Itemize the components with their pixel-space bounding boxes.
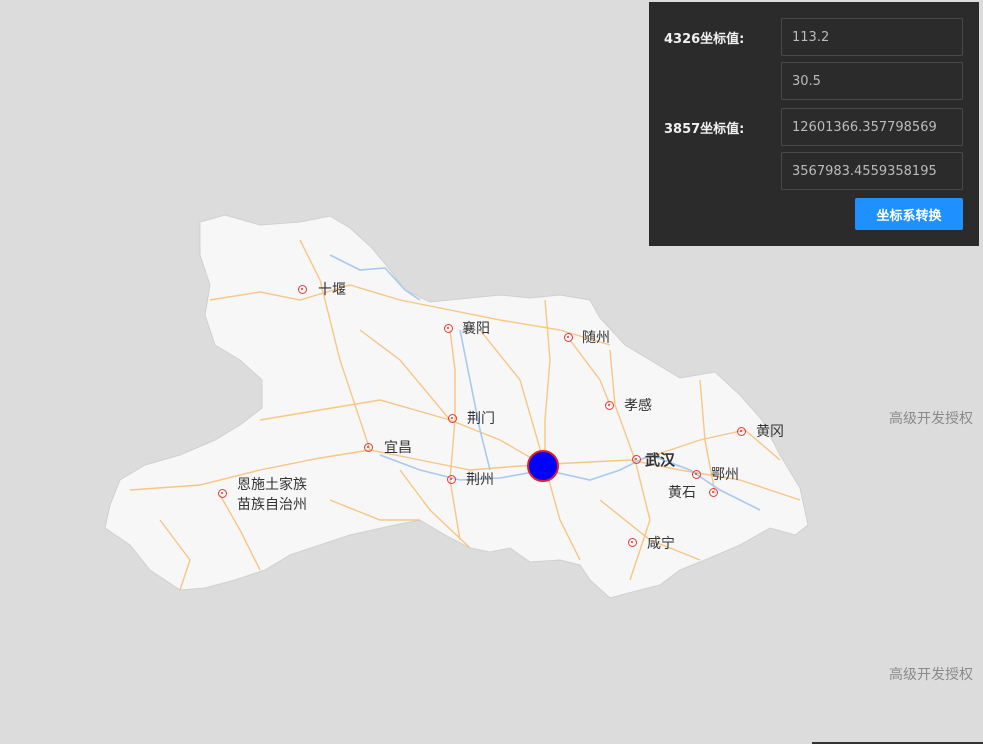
label-4326: 4326坐标值:	[664, 32, 745, 47]
city-marker-shiyan	[298, 285, 307, 294]
city-label-yichang: 宜昌	[384, 440, 412, 456]
city-label-enshi-line2: 苗族自治州	[237, 497, 307, 513]
city-label-xiaogan: 孝感	[624, 398, 652, 414]
label-3857: 3857坐标值:	[664, 122, 745, 137]
city-marker-huanggang	[737, 427, 746, 436]
city-label-suizhou: 随州	[582, 330, 610, 346]
y-3857-input[interactable]	[781, 152, 963, 190]
city-marker-yichang	[364, 443, 373, 452]
coordinate-panel: 4326坐标值: 3857坐标值: 坐标系转换	[649, 2, 979, 246]
convert-button[interactable]: 坐标系转换	[855, 198, 963, 230]
city-marker-ezhou	[692, 470, 701, 479]
watermark-lower: 高级开发授权	[889, 667, 973, 683]
city-label-huangshi: 黄石	[668, 485, 696, 501]
city-marker-xianning	[628, 538, 637, 547]
city-label-jingzhou: 荆州	[466, 472, 494, 488]
city-marker-huangshi	[709, 488, 718, 497]
city-label-wuhan: 武汉	[645, 451, 676, 469]
city-label-xianning: 咸宁	[647, 536, 675, 552]
x-3857-input[interactable]	[781, 108, 963, 146]
city-marker-wuhan	[632, 455, 641, 464]
city-marker-jingzhou	[447, 475, 456, 484]
city-marker-enshi	[218, 489, 227, 498]
city-label-enshi-line1: 恩施土家族	[237, 477, 307, 493]
city-marker-jingmen	[448, 414, 457, 423]
point-marker[interactable]	[527, 450, 559, 482]
watermark-upper: 高级开发授权	[889, 411, 973, 427]
city-marker-xiangyang	[444, 324, 453, 333]
city-label-shiyan: 十堰	[318, 282, 346, 298]
city-label-jingmen: 荆门	[467, 411, 495, 427]
city-marker-suizhou	[564, 333, 573, 342]
city-marker-xiaogan	[605, 401, 614, 410]
city-label-xiangyang: 襄阳	[462, 321, 490, 337]
lat-4326-input[interactable]	[781, 62, 963, 100]
lon-4326-input[interactable]	[781, 18, 963, 56]
city-label-huanggang: 黄冈	[756, 424, 784, 440]
city-label-ezhou: 鄂州	[711, 467, 739, 483]
